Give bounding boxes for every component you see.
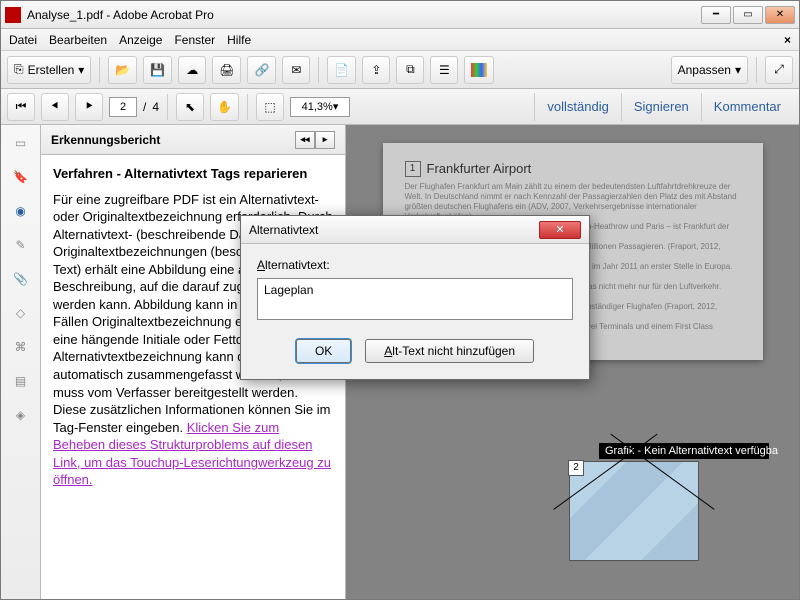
cloud-icon: ☁ [186, 63, 198, 77]
page-icon: 📄 [334, 63, 349, 77]
menubar: Datei Bearbeiten Anzeige Fenster Hilfe × [1, 29, 799, 51]
save-button[interactable]: 💾 [143, 56, 172, 84]
maximize-button[interactable]: ▭ [733, 6, 763, 24]
comment-button[interactable]: Kommentar [701, 93, 793, 121]
prev-page-button[interactable]: ⯇ [41, 93, 69, 121]
menu-view[interactable]: Anzeige [119, 33, 162, 47]
menu-edit[interactable]: Bearbeiten [49, 33, 107, 47]
window-title: Analyse_1.pdf - Adobe Acrobat Pro [27, 8, 701, 22]
figure-2-marker: 2 [568, 460, 584, 476]
attachments-icon[interactable]: 📎 [11, 269, 31, 289]
combine-icon: ⧉ [406, 62, 415, 77]
cloud-button[interactable]: ☁ [178, 56, 206, 84]
create-icon: ⎘ [14, 62, 24, 77]
menu-close-doc[interactable]: × [784, 33, 791, 47]
panel-heading: Verfahren - Alternativtext Tags reparier… [53, 165, 333, 183]
chevron-down-icon: ▾ [735, 63, 741, 77]
minimize-button[interactable]: ━ [701, 6, 731, 24]
figure-2-container: Grafik - Kein Alternativtext verfügba 2 [569, 443, 739, 561]
email-button[interactable]: ✉ [282, 56, 310, 84]
first-page-button[interactable]: ⏮ [7, 93, 35, 121]
figure-2-image[interactable]: 2 [569, 461, 699, 561]
menu-file[interactable]: Datei [9, 33, 37, 47]
open-button[interactable]: 📂 [108, 56, 137, 84]
app-icon [5, 7, 21, 23]
zoom-marquee-button[interactable]: ⬚ [256, 93, 284, 121]
page-tool-button[interactable]: 📄 [327, 56, 356, 84]
nav-sidebar: ▭ 🔖 ◉ ✎ 📎 ◇ ⌘ ▤ ◈ [1, 125, 41, 599]
alt-text-label: Alternativtext: [257, 258, 573, 272]
tools-full-button[interactable]: vollständig [534, 93, 620, 121]
toolbar-main: ⎘ Erstellen ▾ 📂 💾 ☁ 🖨 🔗 ✉ 📄 ⇪ ⧉ ☰ Anpass… [1, 51, 799, 89]
bookmarks-icon[interactable]: 🔖 [11, 167, 31, 187]
print-button[interactable]: 🖨 [212, 56, 241, 84]
form-button[interactable]: ☰ [430, 56, 458, 84]
skip-alt-text-button[interactable]: Alt-Text nicht hinzufügen [365, 339, 534, 363]
menu-help[interactable]: Hilfe [227, 33, 251, 47]
order-icon[interactable]: ◈ [11, 405, 31, 425]
combine-button[interactable]: ⧉ [396, 56, 424, 84]
tags-icon[interactable]: ⌘ [11, 337, 31, 357]
hand-tool-button[interactable]: ✋ [210, 93, 239, 121]
colorbar-icon [471, 63, 487, 77]
alt-text-input[interactable]: Lageplan [257, 278, 573, 320]
share-button[interactable]: 🔗 [247, 56, 276, 84]
share-icon: 🔗 [254, 63, 269, 77]
panel-title: Erkennungsbericht [51, 133, 160, 147]
chevron-down-icon: ▾ [78, 63, 84, 77]
ok-button[interactable]: OK [296, 339, 351, 363]
printer-icon: 🖨 [219, 63, 234, 77]
page-sep: / [143, 100, 146, 114]
layers-icon[interactable]: ◇ [11, 303, 31, 323]
next-page-button[interactable]: ⯈ [75, 93, 103, 121]
content-icon[interactable]: ▤ [11, 371, 31, 391]
page-total: 4 [152, 100, 159, 114]
window-titlebar: Analyse_1.pdf - Adobe Acrobat Pro ━ ▭ ✕ [1, 1, 799, 29]
alt-text-dialog: Alternativtext ✕ Alternativtext: Lagepla… [240, 215, 590, 380]
close-button[interactable]: ✕ [765, 6, 795, 24]
sign-button[interactable]: Signieren [621, 93, 701, 121]
export-button[interactable]: ⇪ [362, 56, 390, 84]
mail-icon: ✉ [291, 63, 301, 77]
export-icon: ⇪ [371, 63, 381, 77]
create-label: Erstellen [28, 63, 75, 77]
create-button[interactable]: ⎘ Erstellen ▾ [7, 56, 91, 84]
folder-icon: 📂 [115, 63, 130, 77]
select-tool-button[interactable]: ⬉ [176, 93, 204, 121]
thumbnails-icon[interactable]: ▭ [11, 133, 31, 153]
menu-window[interactable]: Fenster [174, 33, 215, 47]
customize-button[interactable]: Anpassen ▾ [671, 56, 748, 84]
accessibility-report-icon[interactable]: ◉ [11, 201, 31, 221]
customize-label: Anpassen [678, 63, 731, 77]
fullscreen-button[interactable]: ⤢ [765, 56, 793, 84]
figure-1-title: Frankfurter Airport [427, 161, 741, 176]
colorbar-button[interactable] [464, 56, 494, 84]
dialog-title: Alternativtext [249, 223, 318, 237]
form-icon: ☰ [439, 63, 450, 77]
dialog-close-button[interactable]: ✕ [539, 221, 581, 239]
toolbar-nav: ⏮ ⯇ ⯈ / 4 ⬉ ✋ ⬚ 41,3% ▾ vollständig Sign… [1, 89, 799, 125]
page-number-input[interactable] [109, 97, 137, 117]
zoom-level[interactable]: 41,3% ▾ [290, 97, 350, 117]
floppy-icon: 💾 [150, 63, 165, 77]
signatures-icon[interactable]: ✎ [11, 235, 31, 255]
expand-icon: ⤢ [774, 62, 784, 77]
figure-1-marker: 1 [405, 161, 421, 177]
panel-forward-button[interactable]: ▸ [315, 131, 335, 149]
panel-back-button[interactable]: ◂◂ [295, 131, 315, 149]
